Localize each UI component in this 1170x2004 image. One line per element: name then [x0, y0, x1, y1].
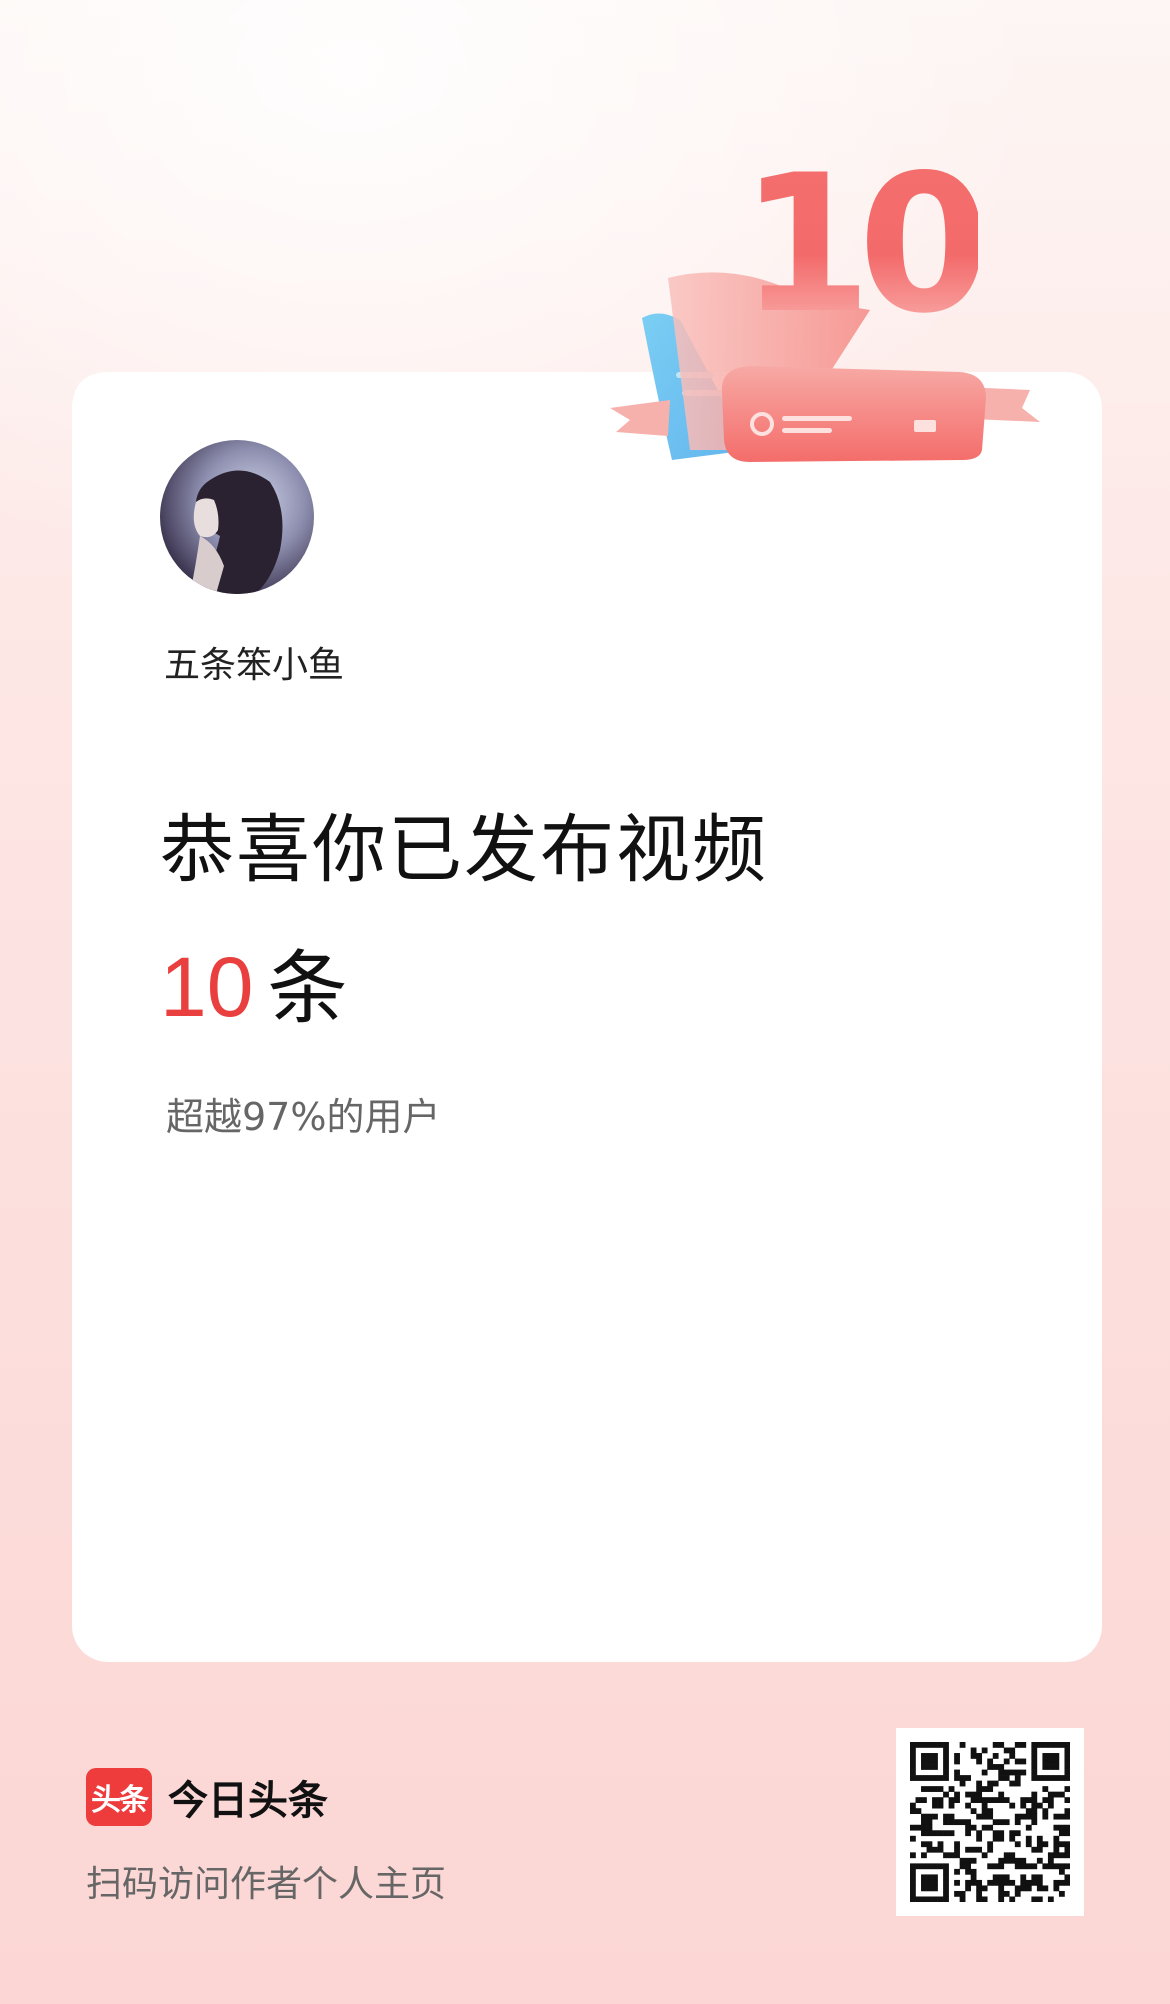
milestone-number: 10 — [739, 134, 990, 355]
video-count-number: 10 — [160, 940, 254, 1034]
username: 五条笨小鱼 — [164, 645, 345, 686]
video-count: 10 条 — [160, 924, 347, 1040]
avatar[interactable] — [160, 440, 314, 594]
brand: 头条 今日头条 — [86, 1768, 328, 1826]
brand-name: 今日头条 — [168, 1778, 328, 1824]
toutiao-logo-icon: 头条 — [86, 1768, 152, 1826]
scan-instruction: 扫码访问作者个人主页 — [86, 1864, 447, 1905]
headline: 恭喜你已发布视频 — [160, 807, 768, 893]
qr-code-icon — [910, 1742, 1070, 1902]
avatar-portrait — [190, 470, 283, 594]
milestone-illustration: 10 — [610, 150, 1080, 480]
percentile-text: 超越97%的用户 — [166, 1095, 441, 1139]
video-count-unit: 条 — [267, 942, 348, 1035]
qr-code[interactable] — [896, 1728, 1084, 1916]
